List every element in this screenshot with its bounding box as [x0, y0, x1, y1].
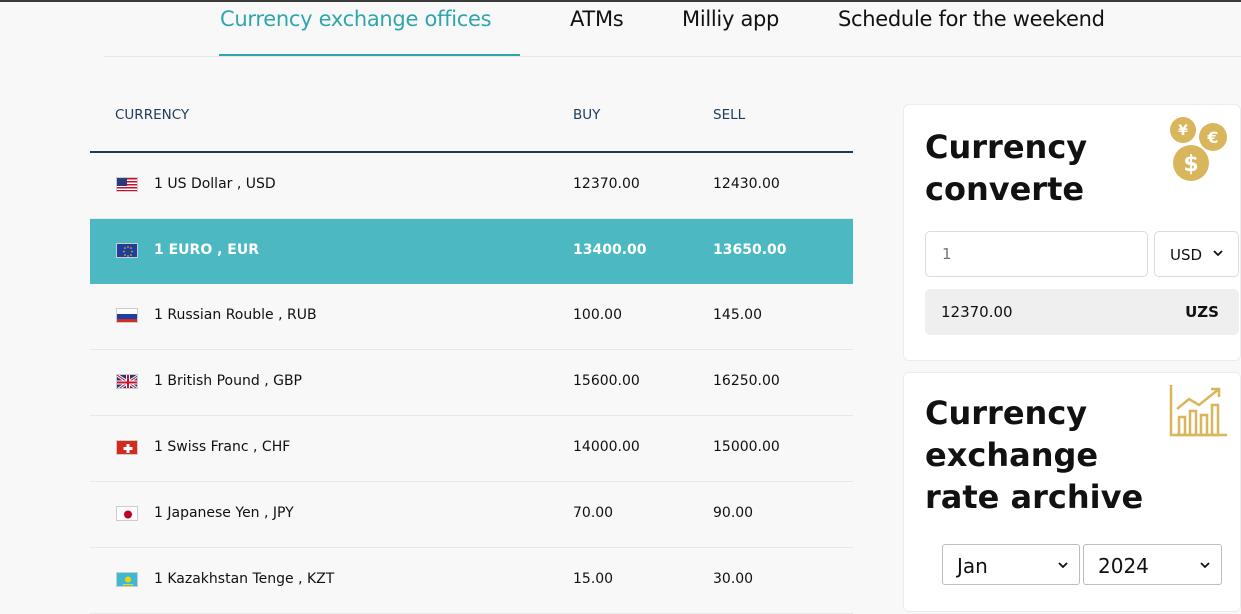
- svg-text:€: €: [1206, 128, 1218, 147]
- table-row-highlighted[interactable]: 1 EURO , EUR 13400.00 13650.00: [90, 219, 853, 284]
- gb-flag-icon: [116, 374, 138, 389]
- ch-flag-icon: [116, 440, 138, 455]
- currency-name: 1 Swiss Franc , CHF: [154, 439, 291, 455]
- buy-rate: 14000.00: [573, 439, 640, 455]
- svg-text:¥: ¥: [1178, 123, 1188, 139]
- currency-name: 1 British Pound , GBP: [154, 373, 302, 389]
- tab-currency-exchange-offices[interactable]: Currency exchange offices: [220, 6, 492, 32]
- table-row[interactable]: 1 Swiss Franc , CHF 14000.00 15000.00: [90, 416, 853, 482]
- sell-rate: 145.00: [713, 307, 762, 323]
- buy-rate: 13400.00: [573, 242, 647, 258]
- eu-flag-icon: [116, 243, 138, 258]
- buy-rate: 100.00: [573, 307, 622, 323]
- header-sell: SELL: [713, 107, 746, 123]
- tabs-bar: Currency exchange offices ATMs Milliy ap…: [104, 0, 1241, 57]
- converter-title: Currency converte: [925, 128, 1088, 208]
- header-buy: BUY: [573, 107, 601, 123]
- chevron-down-icon: [1213, 250, 1223, 257]
- currency-name: 1 Japanese Yen , JPY: [154, 505, 294, 521]
- coins-icon: ¥ € $: [1170, 117, 1227, 181]
- chevron-down-icon: [1058, 562, 1068, 569]
- kz-flag-icon: [116, 572, 138, 587]
- buy-rate: 12370.00: [573, 176, 640, 192]
- buy-rate: 15600.00: [573, 373, 640, 389]
- svg-text:$: $: [1183, 152, 1198, 177]
- currency-name: 1 EURO , EUR: [154, 242, 260, 258]
- result-unit: UZS: [1185, 303, 1219, 321]
- currency-name: 1 US Dollar , USD: [154, 176, 276, 192]
- chart-growth-icon: [1169, 385, 1227, 437]
- currency-name: 1 Russian Rouble , RUB: [154, 307, 317, 323]
- ru-flag-icon: [116, 308, 138, 323]
- table-row[interactable]: 1 British Pound , GBP 15600.00 16250.00: [90, 350, 853, 416]
- month-select-value: Jan: [957, 554, 988, 578]
- table-row[interactable]: 1 Russian Rouble , RUB 100.00 145.00: [90, 284, 853, 350]
- active-tab-indicator: [219, 54, 520, 56]
- currency-converter-card: Currency converte ¥ € $ USD 12370.00 UZS: [903, 104, 1241, 361]
- archive-title: Currency exchange rate archive: [925, 394, 1144, 516]
- sell-rate: 90.00: [713, 505, 754, 521]
- sell-rate: 15000.00: [713, 439, 780, 455]
- year-select[interactable]: 2024: [1083, 544, 1222, 585]
- year-select-value: 2024: [1098, 554, 1149, 578]
- table-header: CURRENCY BUY SELL: [90, 82, 853, 153]
- table-row[interactable]: 1 Kazakhstan Tenge , KZT 15.00 30.00: [90, 548, 853, 614]
- rate-archive-card: Currency exchange rate archive Jan 2024: [903, 372, 1241, 612]
- us-flag-icon: [116, 177, 138, 192]
- month-select[interactable]: Jan: [942, 544, 1080, 585]
- sell-rate: 13650.00: [713, 242, 787, 258]
- currency-table: CURRENCY BUY SELL 1 US Dollar , USD 1237…: [90, 82, 853, 614]
- currency-name: 1 Kazakhstan Tenge , KZT: [154, 571, 335, 587]
- result-value: 12370.00: [941, 303, 1013, 321]
- tab-schedule-weekend[interactable]: Schedule for the weekend: [838, 6, 1105, 32]
- currency-select-value: USD: [1170, 246, 1203, 264]
- jp-flag-icon: [116, 506, 138, 521]
- currency-select[interactable]: USD: [1154, 231, 1239, 277]
- conversion-result: 12370.00 UZS: [925, 289, 1239, 335]
- header-currency: CURRENCY: [115, 107, 190, 123]
- sell-rate: 30.00: [713, 571, 754, 587]
- amount-input[interactable]: [925, 231, 1148, 277]
- sell-rate: 16250.00: [713, 373, 780, 389]
- table-row[interactable]: 1 Japanese Yen , JPY 70.00 90.00: [90, 482, 853, 548]
- tab-milliy-app[interactable]: Milliy app: [682, 6, 779, 32]
- tab-atms[interactable]: ATMs: [570, 6, 624, 32]
- sell-rate: 12430.00: [713, 176, 780, 192]
- buy-rate: 70.00: [573, 505, 614, 521]
- chevron-down-icon: [1200, 562, 1210, 569]
- table-row[interactable]: 1 US Dollar , USD 12370.00 12430.00: [90, 153, 853, 219]
- buy-rate: 15.00: [573, 571, 614, 587]
